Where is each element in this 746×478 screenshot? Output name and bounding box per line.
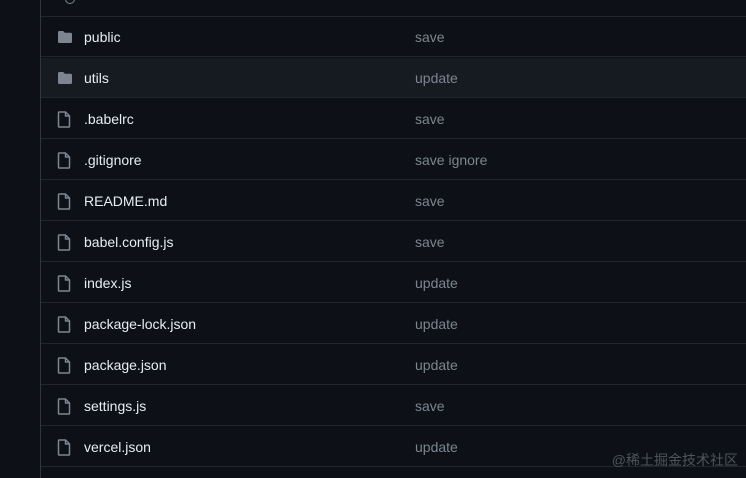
file-name-link[interactable]: .gitignore [84, 151, 142, 169]
file-row[interactable]: utils update [41, 58, 746, 98]
file-name-link[interactable]: babel.config.js [84, 233, 174, 251]
partially-visible-row [41, 0, 746, 17]
file-row[interactable]: index.js update [41, 263, 746, 303]
commit-message-link[interactable]: save [415, 110, 445, 128]
file-name-link[interactable]: public [84, 28, 121, 46]
folder-icon [57, 30, 75, 47]
commit-message-link[interactable]: save [415, 28, 445, 46]
file-row[interactable]: babel.config.js save [41, 222, 746, 262]
file-row[interactable]: .gitignore save ignore [41, 140, 746, 180]
file-icon [57, 357, 75, 374]
file-icon [57, 152, 75, 169]
commit-message-link[interactable]: update [415, 69, 458, 87]
file-icon [57, 439, 75, 456]
file-list: public save utils update .babelrc save .gitign… [40, 0, 746, 478]
commit-message-link[interactable]: update [415, 356, 458, 374]
file-name-link[interactable]: index.js [84, 274, 131, 292]
file-icon [57, 275, 75, 292]
file-name-link[interactable]: package.json [84, 356, 167, 374]
folder-icon [57, 71, 75, 88]
commit-message-link[interactable]: update [415, 438, 458, 456]
file-icon [57, 193, 75, 210]
file-name-link[interactable]: vercel.json [84, 438, 151, 456]
file-row[interactable]: README.md save [41, 181, 746, 221]
partial-icon [65, 0, 75, 4]
file-name-link[interactable]: settings.js [84, 397, 146, 415]
file-row[interactable]: .babelrc save [41, 99, 746, 139]
commit-message-link[interactable]: save ignore [415, 151, 487, 169]
file-name-link[interactable]: package-lock.json [84, 315, 196, 333]
file-icon [57, 398, 75, 415]
file-icon [57, 234, 75, 251]
commit-message-link[interactable]: update [415, 315, 458, 333]
repo-file-browser: public save utils update .babelrc save .gitign… [0, 0, 746, 478]
file-icon [57, 316, 75, 333]
file-icon [57, 111, 75, 128]
file-row[interactable]: public save [41, 17, 746, 57]
file-row[interactable]: package-lock.json update [41, 304, 746, 344]
file-row[interactable]: package.json update [41, 345, 746, 385]
file-name-link[interactable]: utils [84, 69, 109, 87]
file-name-link[interactable]: .babelrc [84, 110, 134, 128]
commit-message-link[interactable]: save [415, 233, 445, 251]
file-name-link[interactable]: README.md [84, 192, 167, 210]
commit-message-link[interactable]: save [415, 192, 445, 210]
commit-message-link[interactable]: save [415, 397, 445, 415]
watermark: @稀土掘金技术社区 [611, 452, 738, 468]
file-row[interactable]: settings.js save [41, 386, 746, 426]
commit-message-link[interactable]: update [415, 274, 458, 292]
